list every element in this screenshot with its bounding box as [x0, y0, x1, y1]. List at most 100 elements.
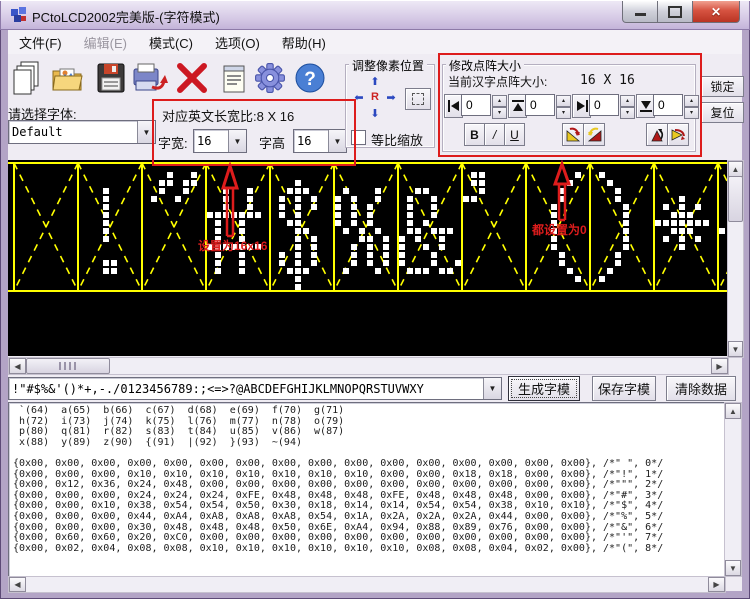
reset-position-button[interactable]: R: [367, 90, 383, 104]
canvas-hscroll-thumb[interactable]: [26, 358, 110, 374]
bold-button[interactable]: B: [464, 123, 485, 146]
svg-text:?: ?: [304, 69, 316, 90]
title-bar: PCtoLCD2002完美版-(字符模式) ✕: [0, 0, 750, 30]
offset-right-spinner[interactable]: ▴▾: [620, 95, 635, 119]
notepad-icon: [221, 62, 247, 94]
menu-mode[interactable]: 模式(C): [138, 30, 204, 55]
matrix-current-label: 当前汉字点阵大小:: [448, 73, 547, 90]
minimize-icon: [635, 13, 646, 16]
chevron-down-icon[interactable]: ▼: [328, 130, 346, 152]
move-up-button[interactable]: ⬆: [367, 74, 383, 88]
chevron-down-icon[interactable]: ▼: [228, 130, 246, 152]
menu-bar: 文件(F) 编辑(E) 模式(C) 选项(O) 帮助(H): [8, 30, 742, 55]
proportional-scale-label: 等比缩放: [371, 130, 423, 149]
move-right-button[interactable]: ➡: [383, 90, 399, 104]
close-button[interactable]: ✕: [692, 1, 740, 23]
font-select[interactable]: Default ▼: [8, 120, 156, 144]
offset-right-field[interactable]: 0: [589, 94, 619, 116]
new-file-button[interactable]: [10, 58, 46, 98]
pixel-position-title: 调整像素位置: [349, 57, 427, 74]
gear-icon: [254, 62, 286, 94]
offset-left-field[interactable]: 0: [461, 94, 491, 116]
matrix-size-title: 修改点阵大小: [446, 57, 524, 74]
app-window: PCtoLCD2002完美版-(字符模式) ✕ 文件(F) 编辑(E) 模式(C…: [0, 0, 750, 599]
glyph-grid: 设置为16x16 都设置为0: [8, 160, 727, 356]
menu-file[interactable]: 文件(F): [8, 30, 73, 55]
offset-bottom-field[interactable]: 0: [653, 94, 683, 116]
center-glyph-button[interactable]: [405, 88, 431, 110]
scroll-left-icon[interactable]: ◀: [9, 358, 26, 374]
menu-options[interactable]: 选项(O): [204, 30, 271, 55]
move-left-button[interactable]: ⬅: [351, 90, 367, 104]
char-width-select[interactable]: 16 ▼: [193, 129, 247, 153]
italic-button[interactable]: /: [484, 123, 505, 146]
char-list-value: !"#$%&'()*+,-./0123456789:;<=>?@ABCDEFGH…: [9, 380, 483, 398]
flip-vertical-button[interactable]: [646, 123, 668, 146]
output-vscrollbar[interactable]: ▲ ▼: [724, 402, 742, 577]
output-textarea[interactable]: `(64) a(65) b(66) c(67) d(68) e(69) f(70…: [8, 402, 726, 577]
clear-data-button[interactable]: 清除数据: [666, 376, 736, 401]
scroll-up-icon[interactable]: ▲: [728, 161, 743, 177]
save-button[interactable]: [93, 58, 129, 98]
maximize-button[interactable]: [657, 1, 693, 23]
open-button[interactable]: [50, 58, 86, 98]
window-title: PCtoLCD2002完美版-(字符模式): [32, 7, 220, 26]
menu-edit[interactable]: 编辑(E): [73, 30, 138, 55]
offset-bottom-spinner[interactable]: ▴▾: [684, 95, 699, 119]
settings-button[interactable]: [252, 58, 288, 98]
output-hscrollbar[interactable]: ◀ ▶: [8, 576, 726, 593]
generate-button[interactable]: 生成字模: [508, 376, 580, 401]
font-select-value: Default: [9, 123, 137, 141]
close-icon: ✕: [711, 5, 721, 19]
matrix-current-value: 16 X 16: [580, 73, 635, 88]
notes-button[interactable]: [216, 58, 252, 98]
chevron-down-icon[interactable]: ▼: [137, 121, 155, 143]
save-model-button[interactable]: 保存字模: [592, 376, 656, 401]
move-down-button[interactable]: ⬇: [367, 106, 383, 120]
svg-text:都设置为0: 都设置为0: [531, 222, 587, 237]
svg-text:设置为16x16: 设置为16x16: [198, 238, 268, 253]
menu-help[interactable]: 帮助(H): [271, 30, 337, 55]
export-button[interactable]: [132, 58, 168, 98]
help-icon: ?: [294, 62, 326, 94]
offset-left-spinner[interactable]: ▴▾: [492, 95, 507, 119]
char-width-value: 16: [194, 132, 228, 150]
scroll-left-icon[interactable]: ◀: [9, 577, 26, 592]
offset-top-spinner[interactable]: ▴▾: [556, 95, 571, 119]
flip-vertical-icon: [650, 127, 665, 142]
glyph-canvas[interactable]: 设置为16x16 都设置为0: [8, 160, 727, 356]
delete-x-icon: [176, 63, 208, 93]
char-list-select[interactable]: !"#$%&'()*+,-./0123456789:;<=>?@ABCDEFGH…: [8, 377, 502, 400]
chevron-down-icon[interactable]: ▼: [483, 378, 501, 399]
canvas-hscrollbar[interactable]: ◀ ▶: [8, 357, 729, 375]
canvas-vscrollbar[interactable]: ▲ ▼: [727, 160, 744, 358]
center-glyph-icon: [412, 93, 424, 105]
char-height-select[interactable]: 16 ▼: [293, 129, 347, 153]
scroll-right-icon[interactable]: ▶: [711, 358, 728, 374]
scroll-down-icon[interactable]: ▼: [728, 341, 743, 357]
scroll-up-icon[interactable]: ▲: [725, 403, 741, 419]
scroll-right-icon[interactable]: ▶: [708, 577, 725, 592]
app-icon: [10, 6, 28, 24]
minimize-button[interactable]: [622, 1, 658, 23]
offset-top-field[interactable]: 0: [525, 94, 555, 116]
lock-button[interactable]: 锁定: [701, 76, 744, 97]
rotate-left-button[interactable]: [562, 123, 584, 146]
rotate-right-icon: [587, 127, 602, 142]
output-text: `(64) a(65) b(66) c(67) d(68) e(69) f(70…: [9, 403, 725, 554]
new-file-icon: [12, 60, 44, 96]
aspect-ratio-label: 对应英文长宽比:8 X 16: [162, 106, 294, 125]
proportional-scale-checkbox[interactable]: [351, 130, 366, 145]
help-button[interactable]: ?: [292, 58, 328, 98]
export-printer-icon: [132, 61, 168, 95]
flip-horizontal-button[interactable]: [667, 123, 689, 146]
delete-button[interactable]: [174, 58, 210, 98]
reset-button[interactable]: 复位: [701, 102, 744, 123]
canvas-vscroll-thumb[interactable]: [728, 176, 743, 222]
char-width-label: 字宽:: [158, 133, 188, 152]
scroll-down-icon[interactable]: ▼: [725, 560, 741, 576]
underline-button[interactable]: U: [504, 123, 525, 146]
rotate-left-icon: [566, 127, 581, 142]
open-folder-icon: [51, 61, 85, 95]
rotate-right-button[interactable]: [583, 123, 605, 146]
